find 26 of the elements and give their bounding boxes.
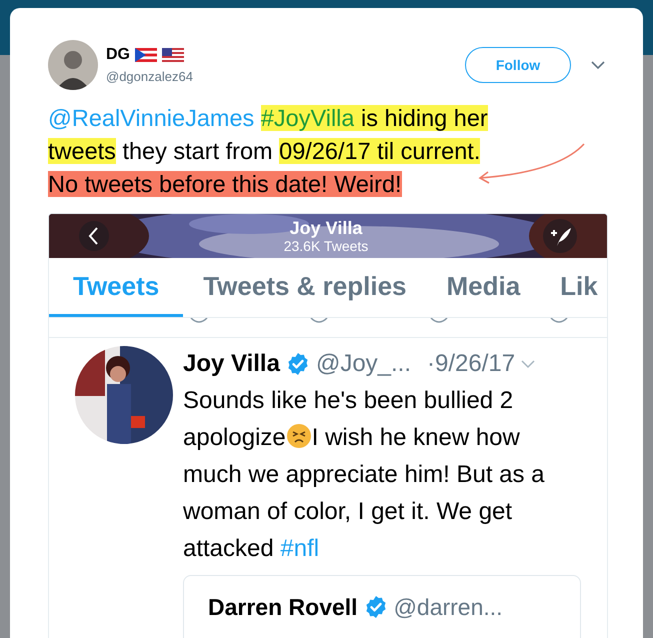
avatar xyxy=(48,40,98,90)
display-name: DG xyxy=(106,45,130,66)
hashtag-link[interactable]: #JoyVilla xyxy=(260,105,354,131)
quoted-author-name: Darren Rovell xyxy=(208,593,358,622)
hashtag-link[interactable]: #nfl xyxy=(280,535,320,562)
quoted-tweet-card[interactable]: Darren Rovell @darren... xyxy=(183,575,581,638)
follow-button[interactable]: Follow xyxy=(465,47,571,83)
flag-icon xyxy=(135,48,157,62)
flag-icon xyxy=(162,48,184,62)
author-name: Joy Villa xyxy=(183,349,280,379)
compose-icon[interactable] xyxy=(543,219,577,253)
chevron-down-icon[interactable] xyxy=(591,60,605,70)
username: @dgonzalez64 xyxy=(106,68,193,86)
persevering-face-icon xyxy=(286,423,312,449)
tweet-count: 23.6K Tweets xyxy=(284,238,368,254)
mention-link[interactable]: @RealVinnieJames xyxy=(48,105,261,131)
author-handle: @Joy_... xyxy=(316,349,412,379)
post-text: Sounds like he's been bullied 2 apologize I wish he knew how much we appreciate him! But as a woman of color, I get it. We get attacked #nfl xyxy=(183,386,546,564)
tweet-text: @RealVinnieJames #JoyVilla is hiding her tweets they start from 09/26/17 til current. No tweets before this date! Weird! xyxy=(48,104,489,199)
post-date: ·9/26/17 xyxy=(427,349,516,379)
profile-tab[interactable]: Tweets & replies xyxy=(183,258,426,317)
profile-tab[interactable]: Lik xyxy=(540,258,607,317)
back-icon[interactable] xyxy=(79,221,109,251)
profile-tab[interactable]: Tweets xyxy=(49,258,184,317)
quoted-author-handle: @darren... xyxy=(394,593,503,622)
profile-tab[interactable]: Media xyxy=(426,258,540,317)
